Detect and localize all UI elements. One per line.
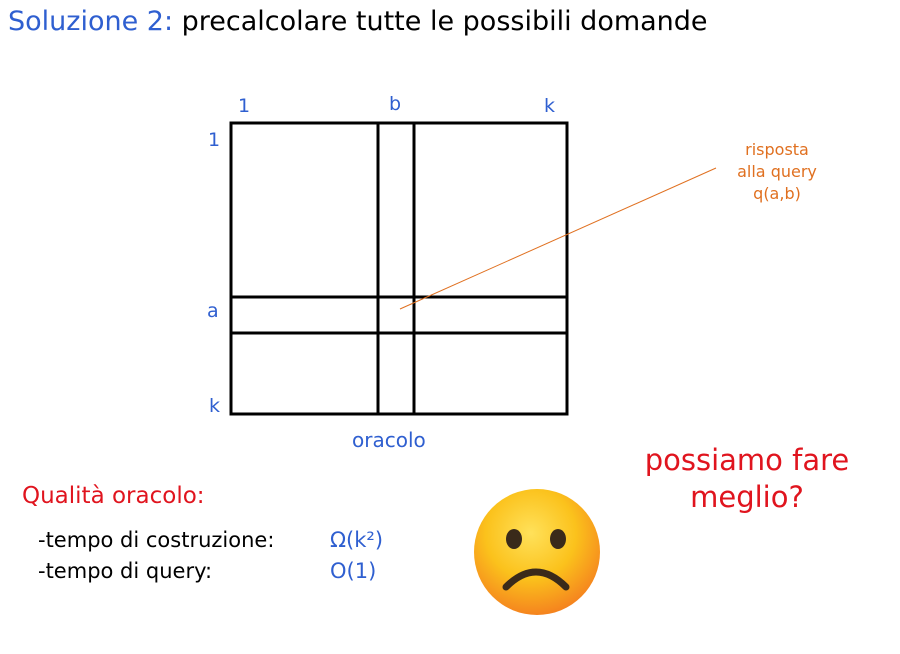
column-label-k: k (544, 95, 556, 117)
question-line-2: meglio? (690, 480, 804, 514)
row-label-1: 1 (208, 129, 221, 151)
quality-value-construction: Ω(k²) (330, 528, 384, 552)
quality-label-query: -tempo di query: (38, 559, 213, 583)
improvement-question: possiamo fare meglio? (612, 442, 882, 516)
column-label-b: b (389, 93, 402, 115)
column-label-1: 1 (238, 95, 251, 117)
matrix-caption: oracolo (352, 428, 426, 452)
sad-face-icon (474, 489, 600, 615)
oracle-matrix-diagram (229, 121, 717, 416)
question-line-1: possiamo fare (644, 443, 850, 477)
row-label-k: k (209, 395, 221, 417)
quality-label-construction: -tempo di costruzione: (38, 528, 275, 552)
annotation-pointer-line (399, 167, 717, 310)
annotation-line-3: q(a,b) (753, 184, 801, 203)
query-answer-annotation: risposta alla query q(a,b) (712, 139, 842, 205)
annotation-line-1: risposta (745, 140, 809, 159)
row-label-a: a (207, 300, 219, 322)
quality-heading: Qualità oracolo: (22, 483, 205, 509)
annotation-line-2: alla query (737, 162, 817, 181)
matrix-outline (229, 121, 569, 416)
quality-value-query: O(1) (330, 559, 377, 583)
